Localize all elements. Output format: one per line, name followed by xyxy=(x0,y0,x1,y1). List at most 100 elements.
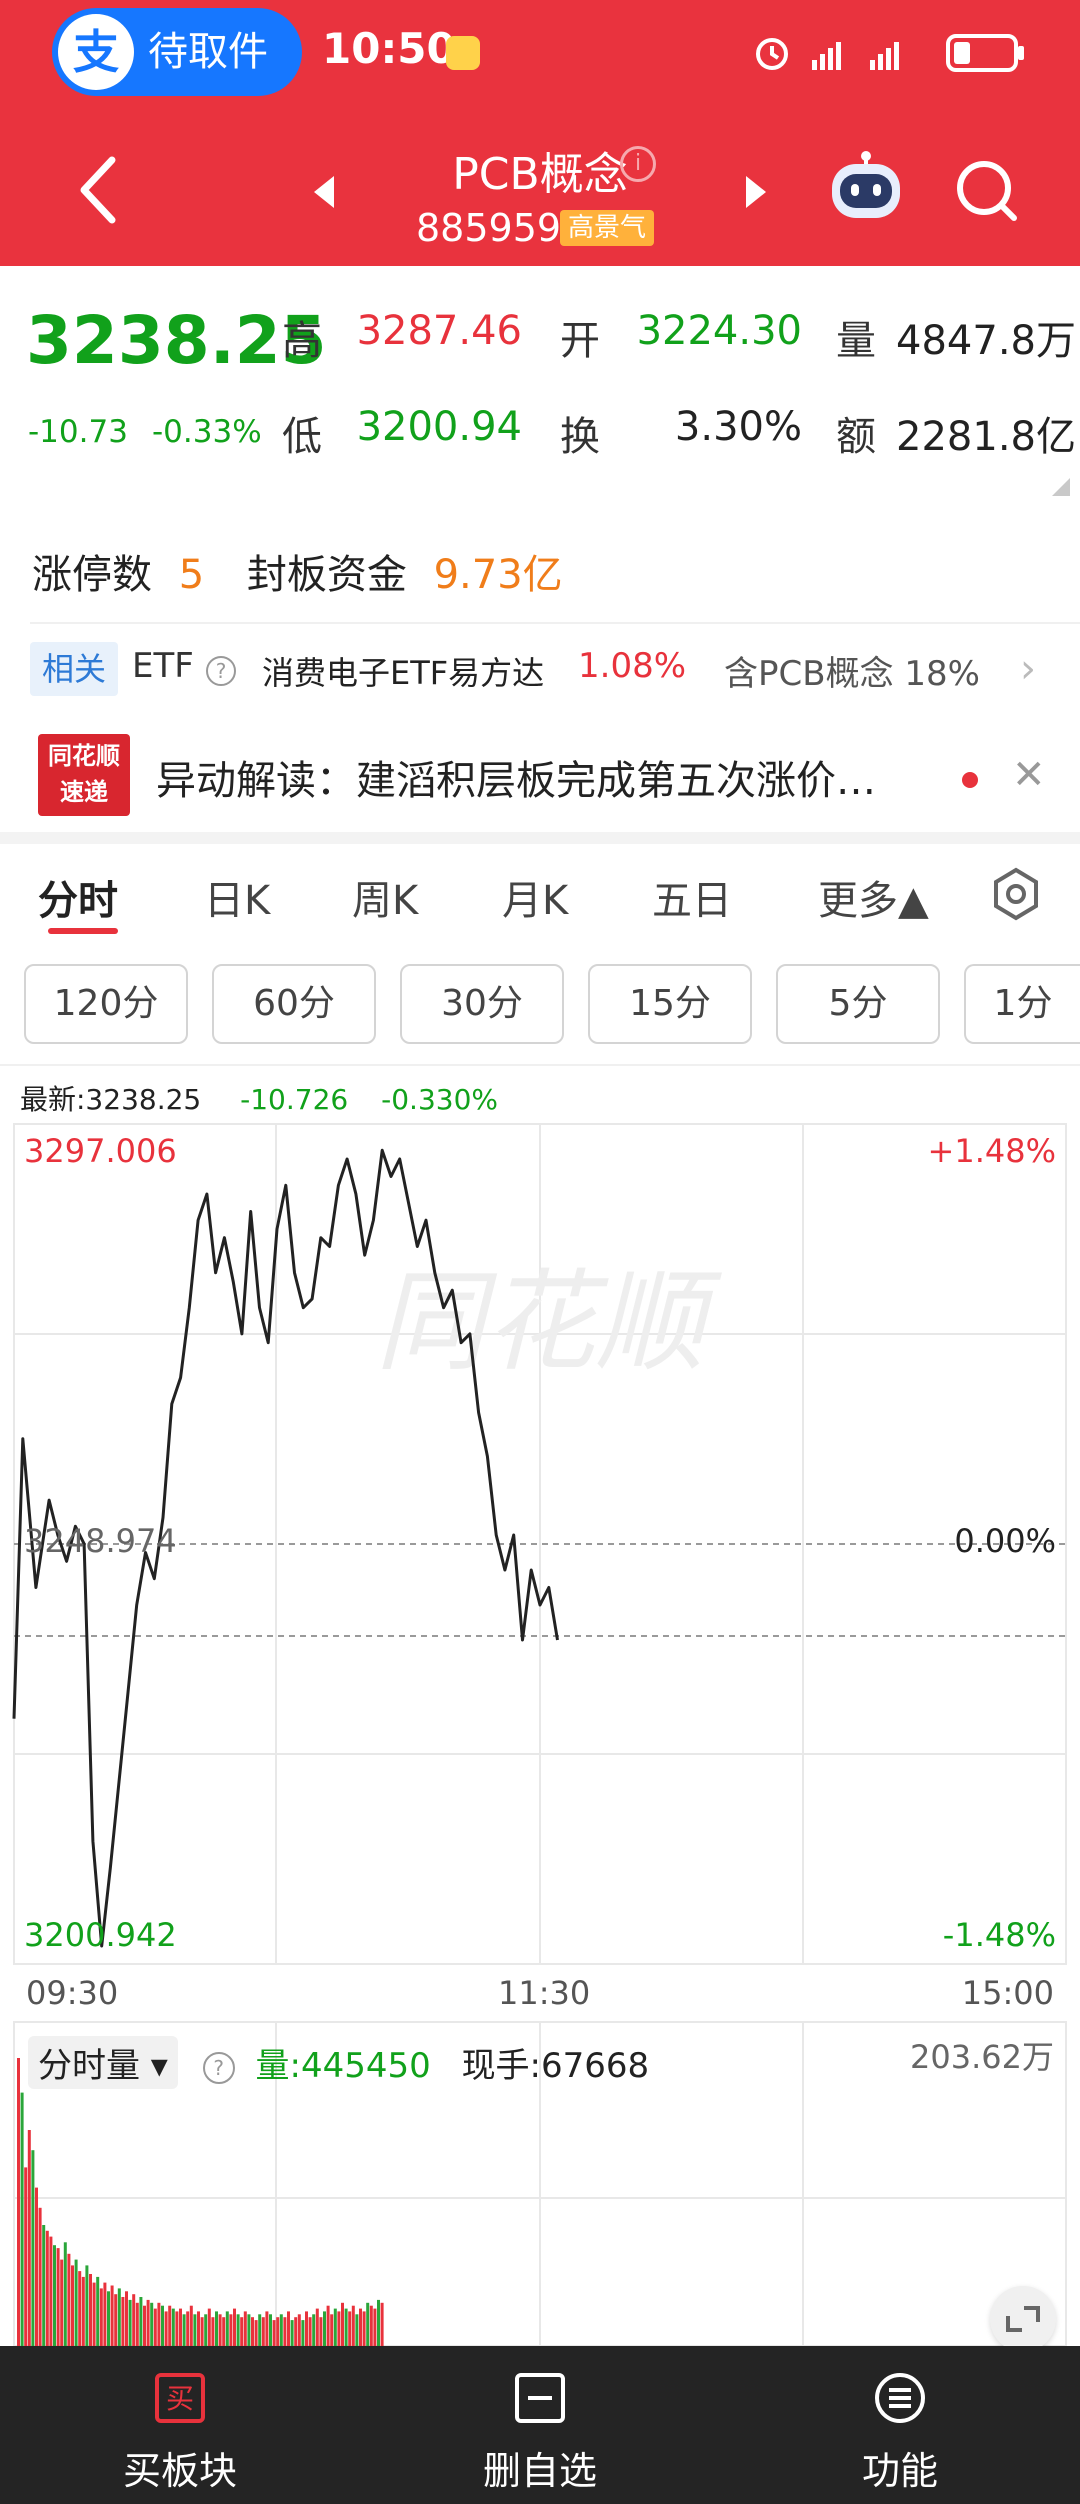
limit-count: 5 xyxy=(178,552,205,598)
volume-bar xyxy=(92,2282,96,2346)
volume-bar xyxy=(135,2302,139,2346)
volume-bar xyxy=(38,2207,42,2346)
period-60m-button[interactable]: 60分 xyxy=(212,964,376,1044)
volume-bar xyxy=(74,2259,78,2346)
volume-bar xyxy=(258,2314,262,2346)
prev-stock-icon[interactable] xyxy=(310,172,340,212)
volume-bar xyxy=(348,2311,352,2346)
volume-bar xyxy=(290,2320,294,2346)
volume-bar xyxy=(164,2311,168,2346)
weibo-notification-icon xyxy=(446,36,480,70)
search-icon[interactable] xyxy=(952,156,1022,226)
period-30m-button[interactable]: 30分 xyxy=(400,964,564,1044)
volume-bar xyxy=(96,2276,100,2346)
volume-bar xyxy=(27,2130,31,2346)
volume-bar xyxy=(114,2294,118,2346)
help-icon[interactable]: ? xyxy=(206,656,236,686)
news-flash-row[interactable]: 同花顺 速递 异动解读：建滔积层板完成第五次涨价… ✕ xyxy=(0,734,1080,826)
volume-bar xyxy=(189,2305,193,2346)
amount-value: 2281.8亿 xyxy=(896,414,1076,460)
alipay-pickup-pill[interactable]: 支 待取件 xyxy=(52,8,302,96)
turnover-label: 换 xyxy=(560,414,600,460)
volume-value: 4847.8万 xyxy=(896,318,1076,364)
signal-icon xyxy=(812,42,899,70)
period-5m-button[interactable]: 5分 xyxy=(776,964,940,1044)
tab-monthly-k[interactable]: 月K xyxy=(502,868,568,926)
divider xyxy=(0,1064,1080,1066)
volume-bar xyxy=(107,2291,110,2346)
volume-bar xyxy=(128,2299,132,2346)
volume-bar xyxy=(265,2311,269,2346)
volume-bar xyxy=(132,2294,136,2346)
chart-change-pct: -0.330% xyxy=(381,1083,498,1116)
volume-bar xyxy=(359,2308,362,2346)
volume-bar xyxy=(186,2311,190,2346)
period-120m-button[interactable]: 120分 xyxy=(24,964,188,1044)
buy-sector-button[interactable]: 买 买板块 xyxy=(0,2346,360,2504)
tab-weekly-k[interactable]: 周K xyxy=(352,868,418,926)
volume-bar xyxy=(366,2302,370,2346)
volume-bar xyxy=(60,2259,64,2346)
fullscreen-icon[interactable] xyxy=(990,2286,1056,2352)
related-etf-row[interactable]: 相关 ETF ? 消费电子ETF易方达 1.08% 含PCB概念 18% › xyxy=(0,636,1080,710)
open-label: 开 xyxy=(560,318,600,364)
back-arrow-icon[interactable] xyxy=(74,150,124,230)
robot-assistant-icon[interactable] xyxy=(826,150,906,224)
volume-bar xyxy=(31,2150,35,2346)
volume-bar xyxy=(161,2305,164,2346)
volume-bar xyxy=(81,2276,85,2346)
news-headline[interactable]: 异动解读：建滔积层板完成第五次涨价… xyxy=(156,748,936,806)
close-icon[interactable]: ✕ xyxy=(1012,752,1046,798)
volume-bar xyxy=(373,2308,377,2346)
unread-dot-icon xyxy=(962,772,978,788)
volume-bar xyxy=(17,2058,20,2346)
tab-intraday[interactable]: 分时 xyxy=(38,868,118,926)
tab-five-day[interactable]: 五日 xyxy=(652,868,732,926)
price-change-pct: -0.33% xyxy=(152,414,262,450)
bottom-action-bar: 买 买板块 删自选 功能 xyxy=(0,2346,1080,2504)
alarm-icon xyxy=(756,38,788,70)
chevron-right-icon[interactable]: › xyxy=(1020,646,1036,692)
limit-fund-label: 封板资金 xyxy=(246,552,407,598)
chart-tabs: 分时 日K 周K 月K 五日 更多▲ xyxy=(0,862,1080,934)
volume-bar xyxy=(171,2308,175,2346)
volume-bar xyxy=(45,2230,49,2346)
volume-bar xyxy=(319,2317,323,2346)
etf-contains: 含PCB概念 18% xyxy=(724,654,980,694)
etf-change-pct: 1.08% xyxy=(578,646,687,686)
etf-name: 消费电子ETF易方达 xyxy=(262,654,545,692)
volume-bar xyxy=(207,2308,211,2346)
volume-bar xyxy=(341,2302,344,2346)
next-stock-icon[interactable] xyxy=(740,172,770,212)
status-time: 10:50 xyxy=(322,24,456,73)
volume-bar xyxy=(369,2305,373,2346)
volume-bar xyxy=(211,2317,215,2346)
volume-bar xyxy=(67,2253,71,2346)
functions-button[interactable]: 功能 xyxy=(720,2346,1080,2504)
info-icon[interactable]: i xyxy=(620,146,656,182)
help-icon[interactable]: ? xyxy=(202,2051,235,2084)
menu-icon xyxy=(875,2373,925,2423)
volume-bar xyxy=(153,2308,157,2346)
volume-selector[interactable]: 分时量 ▾ xyxy=(28,2036,178,2089)
period-1m-button[interactable]: 1分 xyxy=(964,964,1080,1044)
logo-line-2: 速递 xyxy=(60,778,108,806)
volume-bar xyxy=(168,2305,172,2346)
volume-bar xyxy=(251,2317,254,2346)
remove-watchlist-button[interactable]: 删自选 xyxy=(360,2346,720,2504)
volume-bar xyxy=(254,2320,258,2346)
volume-bar xyxy=(110,2285,114,2346)
settings-icon[interactable] xyxy=(988,866,1044,922)
expand-quote-icon[interactable] xyxy=(1052,478,1070,496)
tab-daily-k[interactable]: 日K xyxy=(204,868,270,926)
tab-more[interactable]: 更多▲ xyxy=(818,868,929,926)
x-axis-start-label: 09:30 xyxy=(26,1974,119,2012)
volume-bar xyxy=(333,2308,337,2346)
volume-bar xyxy=(218,2314,222,2346)
volume-bar xyxy=(89,2274,92,2346)
period-15m-button[interactable]: 15分 xyxy=(588,964,752,1044)
chart-info-bar: 最新:3238.25 -10.726 -0.330% xyxy=(20,1078,498,1118)
chart-change: -10.726 xyxy=(240,1083,349,1116)
alipay-icon: 支 xyxy=(58,14,134,90)
volume-bar xyxy=(56,2248,60,2346)
